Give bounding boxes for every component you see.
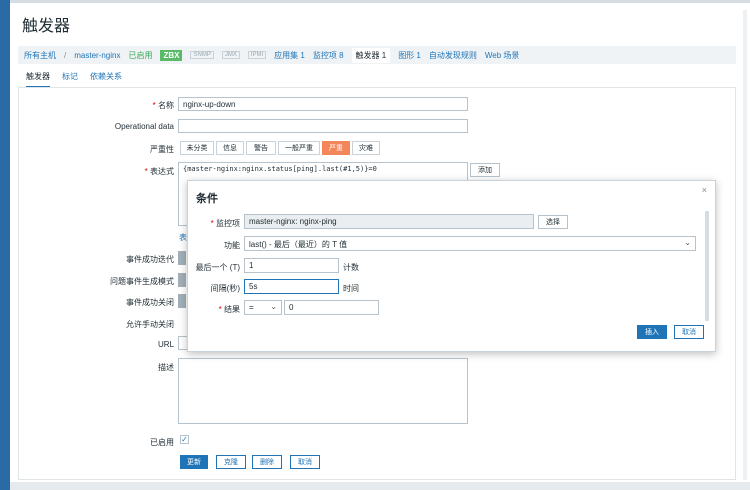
interval-input[interactable]: 5s [244, 279, 339, 294]
insert-button[interactable]: 插入 [637, 325, 667, 339]
nav-applications[interactable]: 应用集 1 [274, 50, 305, 61]
delete-button[interactable]: 删除 [252, 455, 282, 469]
zbx-availability-badge: ZBX [160, 49, 183, 61]
result-label: * 结果 [218, 305, 240, 314]
form-tabs: 触发器 标记 依赖关系 [26, 71, 122, 88]
interval-label: 间隔(秒) [210, 284, 240, 293]
breadcrumb: 所有主机 / master-nginx 已启用 ZBX SNMP JMX IPM… [18, 46, 736, 64]
last-label: 最后一个 (T) [195, 263, 240, 272]
function-select[interactable]: last() - 最后（最近）的 T 值 ⌄ [244, 236, 696, 251]
breadcrumb-separator: / [64, 50, 67, 60]
severity-information[interactable]: 信息 [216, 141, 244, 155]
breadcrumb-host[interactable]: master-nginx [74, 51, 120, 60]
bottom-bar [10, 482, 750, 490]
tab-trigger[interactable]: 触发器 [26, 71, 50, 88]
opdata-label: Operational data [114, 122, 174, 131]
ok-event-generation-control[interactable] [178, 251, 186, 265]
host-status-enabled: 已启用 [128, 50, 153, 60]
problem-mode-label: 问题事件生成模式 [110, 277, 174, 286]
problem-mode-control[interactable] [178, 273, 186, 287]
tab-tags[interactable]: 标记 [62, 71, 78, 88]
page-scrollbar[interactable] [743, 10, 747, 480]
severity-not-classified[interactable]: 未分类 [180, 141, 214, 155]
nav-triggers[interactable]: 触发器 1 [351, 47, 391, 63]
dialog-title: 条件 [196, 193, 218, 205]
name-label: * 名称 [152, 101, 174, 110]
select-item-button[interactable]: 选择 [538, 215, 568, 229]
expression-constructor-link[interactable]: 表 [179, 232, 187, 243]
interval-unit: 时间 [343, 284, 359, 293]
clone-button[interactable]: 克隆 [216, 455, 246, 469]
page-title: 触发器 [22, 18, 71, 35]
update-button[interactable]: 更新 [180, 455, 208, 469]
nav-graphs[interactable]: 图形 1 [398, 50, 421, 61]
description-label: 描述 [158, 363, 174, 372]
jmx-availability-badge: JMX [221, 51, 240, 59]
severity-average[interactable]: 一般严重 [278, 141, 320, 155]
nav-items[interactable]: 监控项 8 [313, 50, 344, 61]
enabled-checkbox[interactable]: ✓ [180, 435, 189, 444]
result-operator-select[interactable]: = ⌄ [244, 300, 282, 315]
severity-warning[interactable]: 警告 [246, 141, 276, 155]
ok-close-label: 事件成功关闭 [126, 298, 174, 307]
item-field: master-nginx: nginx-ping [244, 214, 534, 229]
dialog-scrollbar[interactable] [705, 211, 709, 321]
severity-high[interactable]: 严重 [322, 141, 350, 155]
nav-discovery-rules[interactable]: 自动发现规则 [429, 50, 477, 61]
severity-label: 严重性 [150, 145, 174, 154]
top-border [10, 0, 750, 3]
description-textarea[interactable] [178, 358, 468, 424]
expression-label: * 表达式 [144, 167, 174, 176]
add-expression-button[interactable]: 添加 [470, 163, 500, 177]
chevron-down-icon: ⌄ [270, 302, 277, 311]
ipmi-availability-badge: IPMI [247, 51, 267, 59]
ok-close-control[interactable] [178, 294, 186, 308]
ok-event-generation-label: 事件成功迭代 [126, 255, 174, 264]
condition-dialog: 条件 × * 监控项 master-nginx: nginx-ping 选择 功… [187, 180, 716, 352]
left-sidebar [0, 0, 10, 490]
manual-close-label: 允许手动关闭 [126, 320, 174, 329]
nav-web-scenarios[interactable]: Web 场景 [485, 50, 520, 61]
function-label: 功能 [224, 241, 240, 250]
last-count-input[interactable]: 1 [244, 258, 339, 273]
breadcrumb-all-hosts[interactable]: 所有主机 [24, 50, 56, 61]
cancel-button[interactable]: 取消 [290, 455, 320, 469]
last-unit: 计数 [343, 263, 359, 272]
tab-dependencies[interactable]: 依赖关系 [90, 71, 122, 88]
name-input[interactable]: nginx-up-down [178, 97, 468, 111]
snmp-availability-badge: SNMP [190, 51, 214, 59]
result-value-input[interactable]: 0 [284, 300, 379, 315]
item-label: * 监控项 [210, 219, 240, 228]
url-label: URL [157, 340, 174, 349]
chevron-down-icon: ⌄ [684, 238, 691, 247]
dialog-cancel-button[interactable]: 取消 [674, 325, 704, 339]
close-icon[interactable]: × [702, 185, 707, 195]
opdata-input[interactable] [178, 119, 468, 133]
enabled-label: 已启用 [150, 438, 174, 447]
severity-disaster[interactable]: 灾难 [352, 141, 380, 155]
